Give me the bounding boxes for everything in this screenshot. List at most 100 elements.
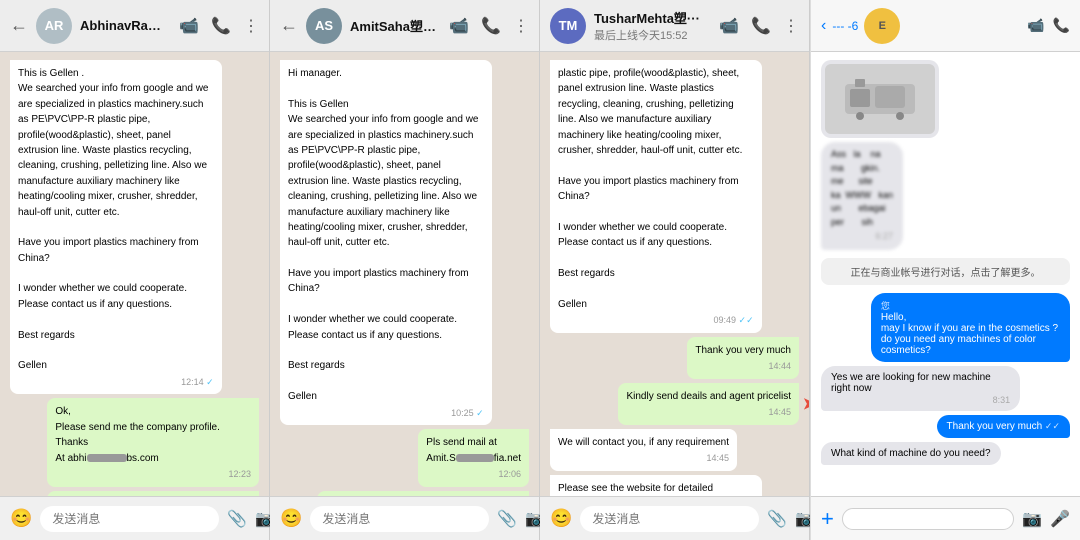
chat-header-3: TM TusharMehta塑··· 最后上线今天15:52 📹 📞 ⋮ xyxy=(540,0,809,52)
ios-chat-header: ‹ --- -6 E 📹 📞 xyxy=(811,0,1080,52)
message-time: 09:49 ✓✓ xyxy=(558,314,754,327)
header-icons-2: 📹 📞 ⋮ xyxy=(449,16,529,36)
contact-name-2: AmitSaha塑料··· xyxy=(350,16,441,35)
message-outgoing-3: Pls send mail atAmit.Sfia.net 12:06 xyxy=(418,429,529,486)
arrow-indicator: ➤ xyxy=(802,391,809,416)
more-icon-2[interactable]: ⋮ xyxy=(513,16,529,36)
message-time: 14:45 xyxy=(626,406,791,419)
message-text: Kindly send deails and agent pricelist xyxy=(626,391,791,402)
message-text: We will contact you, if any requirement xyxy=(558,437,729,448)
message-incoming-3: plastic pipe, profile(wood&plastic), she… xyxy=(550,60,762,333)
ios-message-input[interactable] xyxy=(842,508,1014,530)
video-call-icon-1[interactable]: 📹 xyxy=(179,16,199,36)
ios-message-blurred: Ass la na ma gkin. me site ka WWW kan un… xyxy=(821,142,903,250)
ios-chat-body: Ass la na ma gkin. me site ka WWW kan un… xyxy=(811,52,1080,496)
message-time: 14:44 xyxy=(695,360,791,373)
message-sender-label: 您 xyxy=(881,301,890,311)
phone-icon-1[interactable]: 📞 xyxy=(211,16,231,36)
chat-panel-1: ← AR AbhinavRamari··· 📹 📞 ⋮ This is Gell… xyxy=(0,0,270,540)
attach-icon-2[interactable]: 📎 xyxy=(497,509,517,529)
message-text: Pls send mail atAmit.Sfia.net xyxy=(426,437,521,463)
emoji-icon-3[interactable]: 😊 xyxy=(550,508,572,529)
ios-facetime-icon[interactable]: 📹 xyxy=(1027,17,1044,34)
message-text: Please see the website for detailed prod… xyxy=(558,483,713,496)
product-image xyxy=(825,64,935,134)
message-text: This is Gellen .We searched your info fr… xyxy=(18,68,208,371)
chat-footer-2: 😊 📎 📷 🎤 xyxy=(270,496,539,540)
message-outgoing-2: Please see the website for detailed prod… xyxy=(47,491,259,496)
ios-mic-icon[interactable]: 🎤 xyxy=(1050,509,1070,529)
chat-footer-3: 😊 📎 📷 🎤 xyxy=(540,496,809,540)
chat-header-1: ← AR AbhinavRamari··· 📹 📞 ⋮ xyxy=(0,0,269,52)
emoji-icon-1[interactable]: 😊 xyxy=(10,508,32,529)
chat-header-2: ← AS AmitSaha塑料··· 📹 📞 ⋮ xyxy=(270,0,539,52)
message-input-1[interactable] xyxy=(40,506,219,532)
message-outgoing-4: Please see the website for detailed prod… xyxy=(317,491,529,496)
avatar-1: AR xyxy=(36,8,72,44)
header-info-2: AmitSaha塑料··· xyxy=(350,16,441,35)
back-button-1[interactable]: ← xyxy=(10,15,28,36)
ios-footer-icons: 📷 🎤 xyxy=(1022,509,1070,529)
more-icon-1[interactable]: ⋮ xyxy=(243,16,259,36)
ios-header-icons: 📹 📞 xyxy=(1027,17,1070,34)
product-image-container xyxy=(821,60,939,138)
business-banner-text: 正在与商业帐号进行对话，点击了解更多。 xyxy=(851,268,1041,279)
ios-business-banner[interactable]: 正在与商业帐号进行对话，点击了解更多。 xyxy=(821,258,1070,285)
emoji-icon-2[interactable]: 😊 xyxy=(280,508,302,529)
ios-panel: ‹ --- -6 E 📹 📞 Ass la xyxy=(810,0,1080,540)
chat-body-2: Hi manager.This is GellenWe searched you… xyxy=(270,52,539,496)
ios-avatar: E xyxy=(864,8,900,44)
message-input-2[interactable] xyxy=(310,506,489,532)
video-call-icon-3[interactable]: 📹 xyxy=(719,16,739,36)
avatar-2: AS xyxy=(306,8,342,44)
ios-chat-footer: + 📷 🎤 xyxy=(811,496,1080,540)
more-icon-3[interactable]: ⋮ xyxy=(783,16,799,36)
ios-message-incoming-1: Yes we are looking for new machine right… xyxy=(821,366,1020,411)
message-time: 10:25 ✓ xyxy=(288,407,484,420)
message-incoming-1: This is Gellen .We searched your info fr… xyxy=(10,60,222,394)
ios-phone-number: --- -6 xyxy=(832,19,858,33)
ios-message-outgoing-1: 您 Hello,may I know if you are in the cos… xyxy=(871,293,1070,362)
message-incoming-2: Hi manager.This is GellenWe searched you… xyxy=(280,60,492,425)
attach-icon-3[interactable]: 📎 xyxy=(767,509,787,529)
header-icons-3: 📹 📞 ⋮ xyxy=(719,16,799,36)
ios-message-incoming-2: What kind of machine do you need? xyxy=(821,442,1001,465)
video-call-icon-2[interactable]: 📹 xyxy=(449,16,469,36)
ios-camera-icon[interactable]: 📷 xyxy=(1022,509,1042,529)
header-icons-1: 📹 📞 ⋮ xyxy=(179,16,259,36)
message-text: plastic pipe, profile(wood&plastic), she… xyxy=(558,68,742,310)
ios-back-button[interactable]: ‹ xyxy=(821,17,826,35)
machine-svg xyxy=(840,74,920,124)
message-outgoing-1: Ok,Please send me the company profile. T… xyxy=(47,398,259,486)
chat-footer-1: 😊 📎 📷 🎤 xyxy=(0,496,269,540)
message-text: Hi manager.This is GellenWe searched you… xyxy=(288,68,478,402)
chat-body-3: plastic pipe, profile(wood&plastic), she… xyxy=(540,52,809,496)
message-input-3[interactable] xyxy=(580,506,759,532)
ios-phone-icon[interactable]: 📞 xyxy=(1053,17,1070,34)
message-time: 14:45 xyxy=(558,452,729,465)
contact-name-1: AbhinavRamari··· xyxy=(80,18,171,33)
message-text: Ok,Please send me the company profile. T… xyxy=(55,406,220,463)
message-outgoing-5: Thank you very much 14:44 xyxy=(687,337,799,379)
phone-icon-3[interactable]: 📞 xyxy=(751,16,771,36)
chat-body-1: This is Gellen .We searched your info fr… xyxy=(0,52,269,496)
phone-icon-2[interactable]: 📞 xyxy=(481,16,501,36)
message-outgoing-6: Kindly send deails and agent pricelist 1… xyxy=(618,383,799,425)
chat-panel-3: TM TusharMehta塑··· 最后上线今天15:52 📹 📞 ⋮ pla… xyxy=(540,0,810,540)
ios-message-time: 6:27 xyxy=(831,230,893,244)
contact-name-3: TusharMehta塑··· xyxy=(594,8,711,27)
header-info-1: AbhinavRamari··· xyxy=(80,18,171,33)
message-time: 12:14 ✓ xyxy=(18,376,214,389)
message-incoming-4: We will contact you, if any requirement … xyxy=(550,429,737,471)
message-time: 12:23 xyxy=(55,468,251,481)
chat-panel-2: ← AS AmitSaha塑料··· 📹 📞 ⋮ Hi manager.This… xyxy=(270,0,540,540)
message-time: 12:06 xyxy=(426,468,521,481)
header-info-3: TusharMehta塑··· 最后上线今天15:52 xyxy=(594,8,711,43)
ios-add-button[interactable]: + xyxy=(821,506,834,532)
avatar-3: TM xyxy=(550,8,586,44)
back-button-2[interactable]: ← xyxy=(280,15,298,36)
message-incoming-5: Please see the website for detailed prod… xyxy=(550,475,762,496)
attach-icon-1[interactable]: 📎 xyxy=(227,509,247,529)
message-text: Thank you very much xyxy=(695,345,791,356)
ios-message-time-2: 8:31 xyxy=(831,395,1010,405)
